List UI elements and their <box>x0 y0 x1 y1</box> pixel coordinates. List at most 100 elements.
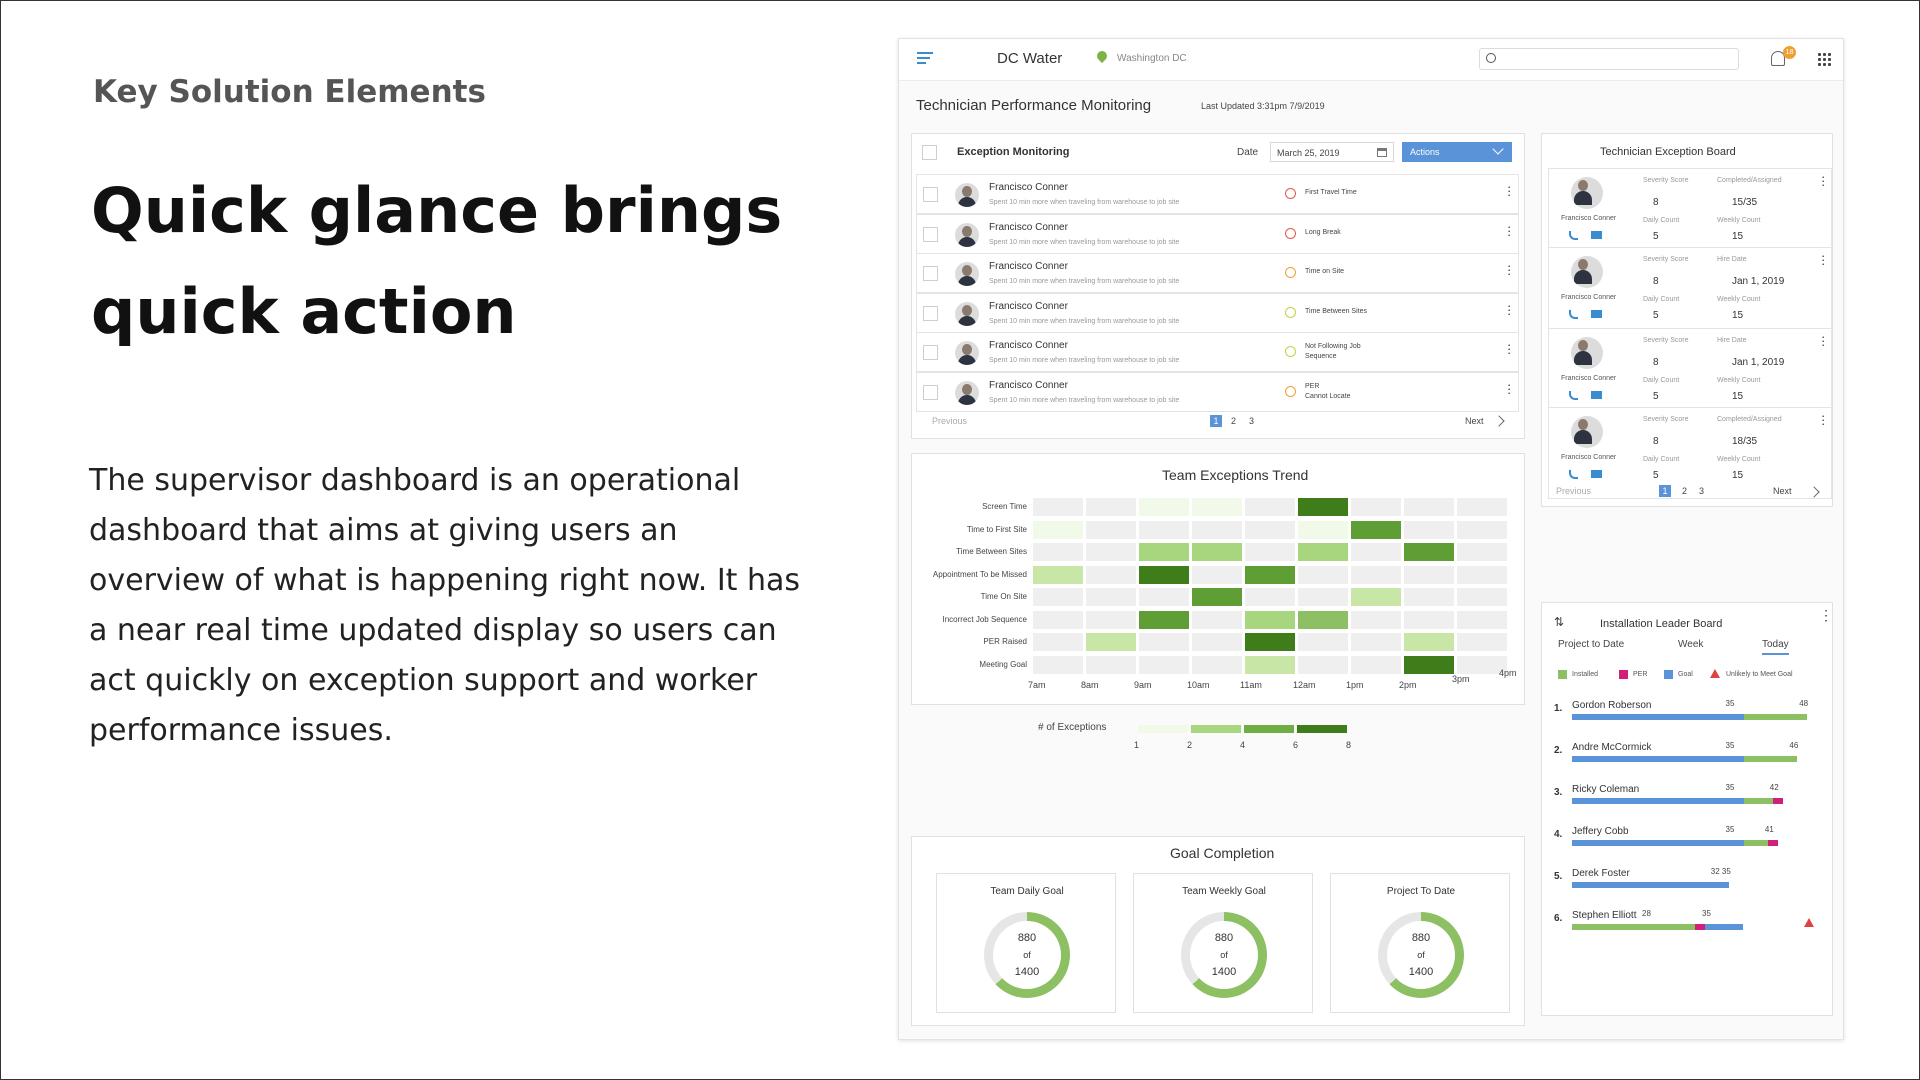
phone-icon[interactable] <box>1569 310 1578 319</box>
board-pager-prev[interactable]: Previous <box>1556 486 1591 496</box>
pager-page-2[interactable]: 2 <box>1231 416 1236 426</box>
row-kebab-icon[interactable]: · · · <box>1507 299 1511 320</box>
heatmap-cell[interactable] <box>1298 610 1348 629</box>
tab-today[interactable]: Today <box>1762 639 1789 655</box>
hamburger-menu-icon[interactable] <box>917 52 933 66</box>
heatmap-cell[interactable] <box>1298 543 1348 561</box>
heatmap-cell[interactable] <box>1298 498 1348 516</box>
heatmap-cell[interactable] <box>1139 520 1189 539</box>
phone-icon[interactable] <box>1569 470 1578 479</box>
board-pager-next[interactable]: Next <box>1773 486 1792 496</box>
phone-icon[interactable] <box>1569 391 1578 400</box>
row-checkbox[interactable] <box>923 385 938 400</box>
card-kebab-icon[interactable]: · · · <box>1821 330 1825 351</box>
heatmap-cell[interactable] <box>1298 633 1348 651</box>
heatmap-cell[interactable] <box>1457 610 1507 629</box>
heatmap-cell[interactable] <box>1351 655 1401 674</box>
row-kebab-icon[interactable]: · · · <box>1507 220 1511 241</box>
heatmap-cell[interactable] <box>1139 498 1189 516</box>
select-all-checkbox[interactable] <box>922 145 937 160</box>
heatmap-cell[interactable] <box>1192 633 1242 651</box>
heatmap-cell[interactable] <box>1245 610 1295 629</box>
actions-dropdown[interactable]: Actions <box>1402 142 1512 162</box>
mail-icon[interactable] <box>1591 470 1602 478</box>
heatmap-cell[interactable] <box>1351 498 1401 516</box>
heatmap-cell[interactable] <box>1351 610 1401 629</box>
exception-row[interactable]: Francisco Conner Spent 10 min more when t… <box>916 293 1519 333</box>
row-kebab-icon[interactable]: · · · <box>1507 180 1511 201</box>
pager-prev[interactable]: Previous <box>932 416 967 426</box>
heatmap-cell[interactable] <box>1139 610 1189 629</box>
heatmap-cell[interactable] <box>1192 520 1242 539</box>
heatmap-cell[interactable] <box>1404 655 1454 674</box>
pager-next[interactable]: Next <box>1465 416 1484 426</box>
board-pager-page-3[interactable]: 3 <box>1699 486 1704 496</box>
heatmap-cell[interactable] <box>1086 520 1136 539</box>
card-kebab-icon[interactable]: · · · <box>1821 409 1825 430</box>
card-kebab-icon[interactable]: · · · <box>1821 170 1825 191</box>
heatmap-cell[interactable] <box>1139 565 1189 584</box>
heatmap-cell[interactable] <box>1245 543 1295 561</box>
row-kebab-icon[interactable]: · · · <box>1507 378 1511 399</box>
heatmap-cell[interactable] <box>1033 543 1083 561</box>
heatmap-cell[interactable] <box>1086 655 1136 674</box>
exception-row[interactable]: Francisco Conner Spent 10 min more when t… <box>916 332 1519 372</box>
technician-card[interactable]: Francisco Conner Severity Score 8 Hire Date… <box>1548 247 1832 339</box>
row-kebab-icon[interactable]: · · · <box>1507 259 1511 280</box>
exception-row[interactable]: Francisco Conner Spent 10 min more when t… <box>916 174 1519 214</box>
row-checkbox[interactable] <box>923 266 938 281</box>
heatmap-cell[interactable] <box>1033 633 1083 651</box>
heatmap-cell[interactable] <box>1139 588 1189 606</box>
heatmap-cell[interactable] <box>1086 610 1136 629</box>
board-pager-page-1[interactable]: 1 <box>1659 485 1671 497</box>
heatmap-cell[interactable] <box>1457 543 1507 561</box>
tab-week[interactable]: Week <box>1678 639 1703 650</box>
heatmap-cell[interactable] <box>1404 565 1454 584</box>
leader-kebab-icon[interactable]: ⋮ <box>1819 607 1833 624</box>
exception-row[interactable]: Francisco Conner Spent 10 min more when t… <box>916 214 1519 254</box>
heatmap-cell[interactable] <box>1245 565 1295 584</box>
heatmap-cell[interactable] <box>1404 543 1454 561</box>
heatmap-cell[interactable] <box>1192 588 1242 606</box>
heatmap-cell[interactable] <box>1033 610 1083 629</box>
row-kebab-icon[interactable]: · · · <box>1507 338 1511 359</box>
heatmap-cell[interactable] <box>1192 498 1242 516</box>
heatmap-cell[interactable] <box>1298 588 1348 606</box>
heatmap-cell[interactable] <box>1404 588 1454 606</box>
chevron-right-icon[interactable] <box>1493 415 1505 427</box>
apps-grid-icon[interactable] <box>1817 52 1831 66</box>
pager-page-1[interactable]: 1 <box>1210 415 1222 427</box>
heatmap-cell[interactable] <box>1404 498 1454 516</box>
card-kebab-icon[interactable]: · · · <box>1821 249 1825 270</box>
mail-icon[interactable] <box>1591 391 1602 399</box>
exception-row[interactable]: Francisco Conner Spent 10 min more when t… <box>916 372 1519 412</box>
heatmap-cell[interactable] <box>1351 633 1401 651</box>
search-input[interactable] <box>1479 48 1739 70</box>
heatmap-cell[interactable] <box>1351 520 1401 539</box>
heatmap-cell[interactable] <box>1457 633 1507 651</box>
heatmap-cell[interactable] <box>1457 520 1507 539</box>
heatmap-cell[interactable] <box>1245 498 1295 516</box>
mail-icon[interactable] <box>1591 231 1602 239</box>
row-checkbox[interactable] <box>923 227 938 242</box>
heatmap-cell[interactable] <box>1086 565 1136 584</box>
heatmap-cell[interactable] <box>1351 565 1401 584</box>
heatmap-cell[interactable] <box>1192 610 1242 629</box>
heatmap-cell[interactable] <box>1404 610 1454 629</box>
heatmap-cell[interactable] <box>1192 543 1242 561</box>
heatmap-cell[interactable] <box>1245 520 1295 539</box>
heatmap-cell[interactable] <box>1404 633 1454 651</box>
heatmap-cell[interactable] <box>1033 565 1083 584</box>
heatmap-cell[interactable] <box>1245 633 1295 651</box>
heatmap-cell[interactable] <box>1086 498 1136 516</box>
row-checkbox[interactable] <box>923 345 938 360</box>
heatmap-cell[interactable] <box>1033 498 1083 516</box>
heatmap-cell[interactable] <box>1192 565 1242 584</box>
heatmap-cell[interactable] <box>1033 655 1083 674</box>
board-pager-page-2[interactable]: 2 <box>1682 486 1687 496</box>
heatmap-cell[interactable] <box>1139 543 1189 561</box>
sort-icon[interactable]: ⇅ <box>1554 615 1564 629</box>
heatmap-cell[interactable] <box>1457 498 1507 516</box>
exception-row[interactable]: Francisco Conner Spent 10 min more when t… <box>916 253 1519 293</box>
heatmap-cell[interactable] <box>1351 543 1401 561</box>
